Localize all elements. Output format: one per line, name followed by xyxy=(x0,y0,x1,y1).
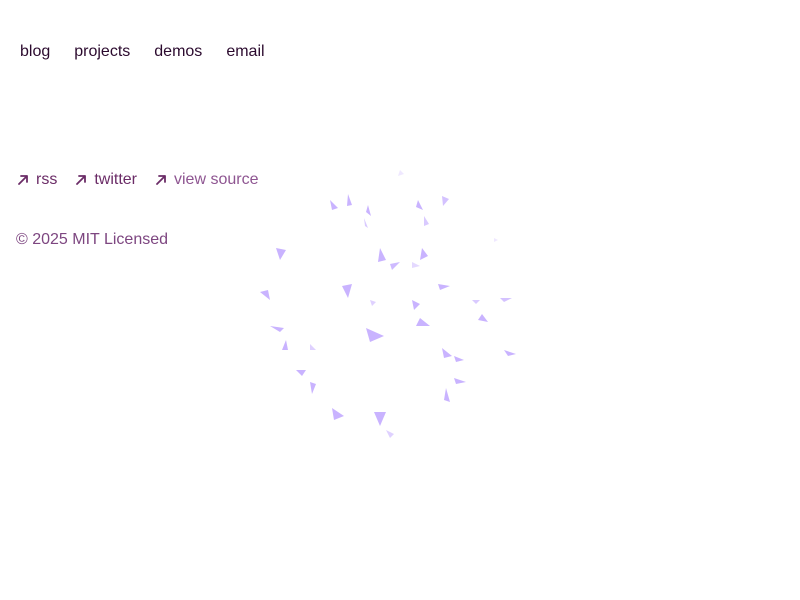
particle xyxy=(398,170,404,176)
particle xyxy=(444,388,450,402)
nav-link-blog[interactable]: blog xyxy=(20,42,50,62)
particle xyxy=(416,200,423,210)
particle xyxy=(296,370,306,376)
particle xyxy=(504,350,516,356)
particle xyxy=(412,262,420,268)
nav-link-projects[interactable]: projects xyxy=(74,42,130,62)
nav-link-demos[interactable]: demos xyxy=(154,42,202,62)
particle xyxy=(330,200,338,210)
particle xyxy=(370,300,376,306)
particle xyxy=(390,262,400,270)
particle xyxy=(412,300,420,310)
arrow-up-right-icon xyxy=(154,173,168,187)
particle xyxy=(472,300,480,304)
nav-link-email[interactable]: email xyxy=(226,42,264,62)
particle xyxy=(374,412,386,426)
twitter-link-label: twitter xyxy=(94,171,137,188)
particle xyxy=(424,216,429,226)
particle xyxy=(454,356,464,362)
arrow-up-right-icon xyxy=(74,173,88,187)
particle xyxy=(416,318,430,326)
rss-link[interactable]: rss xyxy=(16,170,57,190)
particle xyxy=(332,408,344,420)
particle xyxy=(366,328,384,342)
particle xyxy=(442,348,452,358)
particle xyxy=(378,248,386,262)
particle-animation xyxy=(260,170,516,438)
particle xyxy=(494,238,498,242)
particle xyxy=(282,340,288,350)
top-navigation: blog projects demos email xyxy=(20,42,265,62)
particle xyxy=(342,284,352,298)
particle xyxy=(310,344,316,350)
rss-link-label: rss xyxy=(36,171,58,188)
copyright-text: © 2025 MIT Licensed xyxy=(16,231,169,248)
particle xyxy=(310,382,316,394)
arrow-up-right-icon xyxy=(16,173,30,187)
particle xyxy=(270,326,284,332)
particle xyxy=(260,290,270,300)
particle xyxy=(478,314,488,322)
particle xyxy=(454,378,466,384)
page: blog projects demos email rss twitter vi… xyxy=(0,0,800,600)
footer-links: rss twitter view source xyxy=(16,170,258,190)
particle xyxy=(500,298,512,302)
twitter-link[interactable]: twitter xyxy=(74,170,137,190)
particle xyxy=(366,205,371,216)
particle xyxy=(442,196,449,206)
particle xyxy=(420,248,428,260)
particle xyxy=(364,218,368,228)
particle xyxy=(276,248,286,260)
particle xyxy=(438,284,450,290)
particle xyxy=(386,430,394,438)
particle xyxy=(347,194,352,206)
